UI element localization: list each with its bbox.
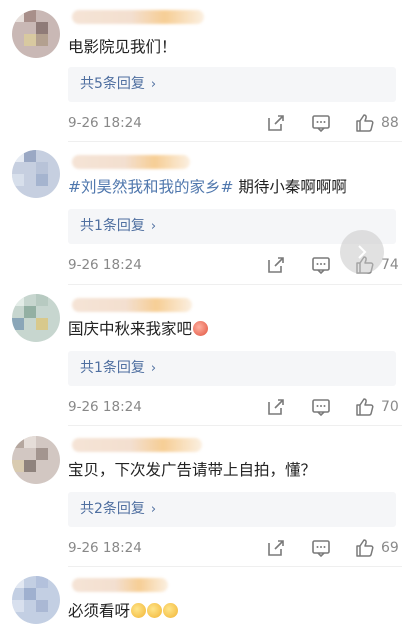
comment-meta: 9-26 18:24 88	[68, 113, 399, 133]
view-replies-button[interactable]: 共5条回复 ›	[68, 67, 396, 102]
avatar[interactable]	[12, 10, 60, 58]
reply-count-label: 共1条回复	[80, 360, 145, 376]
comment-icon[interactable]	[311, 397, 331, 417]
emoji-icon	[147, 603, 163, 618]
username-blurred[interactable]	[72, 438, 202, 452]
avatar[interactable]	[12, 294, 60, 342]
reply-count-label: 共2条回复	[80, 501, 145, 517]
comment-text: 宝贝，下次发广告请带上自拍，懂？	[68, 459, 392, 481]
timestamp: 9-26 18:24	[68, 257, 142, 273]
like-count: 70	[381, 399, 399, 415]
comment-body: 国庆中秋来我家吧	[68, 320, 193, 338]
reply-count-label: 共5条回复	[80, 76, 145, 92]
scroll-float-button[interactable]	[340, 230, 384, 274]
topic-link[interactable]: #刘昊然我和我的家乡#	[68, 178, 233, 196]
timestamp: 9-26 18:24	[68, 399, 142, 415]
comment-text: 必须看呀	[68, 600, 392, 622]
emoji-icon	[163, 603, 179, 618]
like-count: 88	[381, 115, 399, 131]
divider	[68, 284, 402, 285]
comment-text: 国庆中秋来我家吧	[68, 318, 392, 340]
chevron-right-icon: ›	[150, 219, 157, 234]
comment-icon[interactable]	[311, 255, 331, 275]
comment-meta: 9-26 18:24 69	[68, 538, 399, 558]
avatar[interactable]	[12, 150, 60, 198]
view-replies-button[interactable]: 共2条回复 ›	[68, 492, 396, 527]
comment-body: 必须看呀	[68, 602, 131, 620]
avatar[interactable]	[12, 576, 60, 624]
timestamp: 9-26 18:24	[68, 115, 142, 131]
thumbs-up-icon[interactable]	[355, 113, 375, 133]
comment-icon[interactable]	[311, 113, 331, 133]
chevron-right-icon: ›	[150, 77, 157, 92]
share-icon[interactable]	[266, 113, 286, 133]
like-count: 74	[381, 257, 399, 273]
share-icon[interactable]	[266, 255, 286, 275]
chevron-right-icon: ›	[150, 502, 157, 517]
reply-count-label: 共1条回复	[80, 218, 145, 234]
username-blurred[interactable]	[72, 155, 190, 169]
divider	[68, 425, 402, 426]
username-blurred[interactable]	[72, 578, 168, 592]
view-replies-button[interactable]: 共1条回复 ›	[68, 351, 396, 386]
avatar[interactable]	[12, 436, 60, 484]
comment-text: 电影院见我们！	[68, 36, 392, 58]
divider	[68, 141, 402, 142]
emoji-icon	[131, 603, 147, 618]
thumbs-up-icon[interactable]	[355, 397, 375, 417]
emoji-icon	[193, 321, 209, 336]
comment-body: 期待小秦啊啊啊	[233, 178, 347, 196]
chevron-right-icon: ›	[150, 361, 157, 376]
divider	[68, 566, 402, 567]
comment-body: 电影院见我们！	[68, 38, 177, 56]
comment-icon[interactable]	[311, 538, 331, 558]
comment-meta: 9-26 18:24 70	[68, 397, 399, 417]
username-blurred[interactable]	[72, 298, 192, 312]
like-count: 69	[381, 540, 399, 556]
timestamp: 9-26 18:24	[68, 540, 142, 556]
comment-text: #刘昊然我和我的家乡# 期待小秦啊啊啊	[68, 176, 392, 198]
share-icon[interactable]	[266, 397, 286, 417]
thumbs-up-icon[interactable]	[355, 538, 375, 558]
comment-body: 宝贝，下次发广告请带上自拍，懂？	[68, 461, 317, 479]
chevron-right-icon	[358, 245, 367, 259]
share-icon[interactable]	[266, 538, 286, 558]
username-blurred[interactable]	[72, 10, 204, 24]
